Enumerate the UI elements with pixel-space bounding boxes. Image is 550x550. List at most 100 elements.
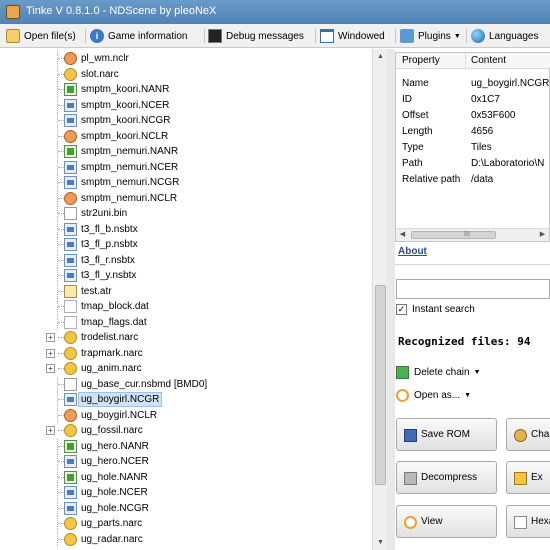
tree-item[interactable]: smptm_nemuri.NCGR [0,175,372,190]
chevron-down-icon: ▼ [453,32,461,40]
expand-icon[interactable]: + [46,426,55,435]
tree-item[interactable]: ug_hole.NCGR [0,500,372,516]
change-file-button[interactable]: Cha [506,418,550,451]
tree-item[interactable]: + trodelist.narc [0,330,372,345]
property-row[interactable]: ID 0x1C7 [396,93,550,108]
plugin-icon [400,29,414,43]
panel-divider [395,264,550,265]
hexadecimal-label: Hexa [531,516,550,527]
scroll-down-arrow-icon[interactable]: ▼ [373,535,388,550]
windowed-button[interactable]: Windowed [320,28,385,44]
tree-item[interactable]: t3_fl_y.nsbtx [0,268,372,283]
tree-item-label: t3_fl_p.nsbtx [81,239,138,250]
property-name: Offset [402,110,429,121]
tree-item[interactable]: ug_boygirl.NCGR [0,392,372,407]
tree-item[interactable]: str2uni.bin [0,206,372,221]
app-icon [6,5,20,19]
tree-item[interactable]: slot.narc [0,66,372,82]
game-information-button[interactable]: i Game information [90,28,187,44]
tree-item-label: pl_wm.nclr [81,53,129,64]
tree-item[interactable]: t3_fl_r.nsbtx [0,252,372,268]
tree-item[interactable]: + ug_anim.narc [0,361,372,376]
properties-list[interactable]: Property Content Name ug_boygirl.NCGR ID 0x… [395,52,550,242]
hexadecimal-button[interactable]: Hexa [506,505,550,538]
chain-icon [396,366,409,379]
texture-icon [64,238,77,251]
extract-label: Ex [531,472,543,483]
tree-item[interactable]: smptm_nemuri.NCLR [0,190,372,206]
texture-icon [64,160,77,174]
expand-icon[interactable]: + [46,333,55,342]
save-rom-button[interactable]: Save ROM [396,418,497,451]
tree-item[interactable]: tmap_block.dat [0,299,372,314]
tree-item[interactable]: pl_wm.nclr [0,51,372,66]
property-row[interactable]: Length 4656 [396,125,550,140]
languages-button[interactable]: Languages [471,28,539,44]
tree-item[interactable]: ug_boygirl.NCLR [0,407,372,423]
column-separator[interactable] [465,53,466,69]
property-row[interactable]: Relative path/data [396,173,550,188]
scroll-right-arrow-icon[interactable]: ▶ [536,229,549,241]
tree-item[interactable]: ug_base_cur.nsbmd [BMD0] [0,376,372,392]
properties-hscrollbar[interactable]: ◀ III ▶ [396,228,549,241]
expand-icon[interactable]: + [46,348,55,358]
tree-item[interactable]: smptm_koori.NCER [0,97,372,113]
property-row[interactable]: Name ug_boygirl.NCGR [396,77,550,92]
tree-item-label: ug_hole.NCER [81,487,148,498]
property-value: /data [471,174,494,185]
tree-scrollbar[interactable]: ▲ ▼ [372,49,387,550]
hscrollbar-thumb[interactable]: III [411,231,496,239]
scrollbar-thumb[interactable] [375,285,386,485]
file-icon [64,377,77,391]
tree-item[interactable]: ug_radar.narc [0,531,372,547]
tree-item[interactable]: t3_fl_b.nsbtx [0,221,372,237]
instant-search-checkbox[interactable]: ✓ Instant search [396,304,475,315]
tree-item[interactable]: ug_hero.NCER [0,454,372,469]
open-as-dropdown[interactable]: Open as... ▼ [396,389,471,402]
tree-item[interactable]: ug_hero.NANR [0,438,372,454]
archive-icon [404,472,417,485]
scroll-up-arrow-icon[interactable]: ▲ [373,49,388,64]
property-row[interactable]: Path D:\Laboratorio\N [396,157,550,172]
tree-item[interactable]: smptm_koori.NANR [0,82,372,97]
tree-item[interactable]: + trapmark.narc [0,346,372,361]
texture-icon [64,455,77,468]
tree-item[interactable]: smptm_koori.NCGR [0,113,372,128]
tree-item[interactable]: ug_hole.NCER [0,485,372,500]
tree-item[interactable]: tmap_flags.dat [0,314,372,330]
panel-splitter[interactable] [387,49,395,550]
tree-item[interactable]: t3_fl_p.nsbtx [0,237,372,252]
tree-item[interactable]: + ug_fossil.narc [0,423,372,438]
properties-header: Property Content [396,53,550,69]
scroll-left-arrow-icon[interactable]: ◀ [396,229,409,241]
view-button[interactable]: View [396,505,497,538]
window-title: Tinke V 0.8.1.0 - NDScene by pleoNeX [26,5,217,17]
tree-item[interactable]: ug_hole.NANR [0,469,372,485]
debug-messages-button[interactable]: Debug messages [208,28,304,44]
property-row[interactable]: Type Tiles [396,141,550,156]
delete-chain-dropdown[interactable]: Delete chain ▼ [396,366,481,379]
narc-icon [64,517,77,530]
open-files-button[interactable]: Open file(s) [6,28,76,44]
search-input[interactable] [396,279,550,299]
narc-icon [64,532,77,546]
file-tree[interactable]: pl_wm.nclr slot.narc smptm_koori.NANR smptm… [0,49,372,550]
about-link[interactable]: About [398,246,427,257]
tree-item[interactable]: test.atr [0,283,372,299]
tree-item[interactable]: ug_parts.narc [0,516,372,531]
magnifier-icon [396,389,409,402]
property-row[interactable]: Offset 0x53F600 [396,109,550,124]
checkbox-checked-icon[interactable]: ✓ [396,304,407,315]
expand-icon[interactable]: + [46,364,55,373]
decompress-button[interactable]: Decompress [396,461,497,494]
column-header-property[interactable]: Property [402,55,440,66]
tree-item[interactable]: smptm_koori.NCLR [0,128,372,144]
narc-icon [64,362,77,375]
column-header-content[interactable]: Content [471,55,506,66]
plugins-dropdown[interactable]: Plugins ▼ [400,28,461,44]
tree-item[interactable]: smptm_nemuri.NCER [0,159,372,175]
tree-item[interactable]: smptm_nemuri.NANR [0,144,372,159]
extract-button[interactable]: Ex [506,461,550,494]
animation-icon [64,470,77,484]
toolbar: Open file(s) i Game information Debug me… [0,24,550,48]
